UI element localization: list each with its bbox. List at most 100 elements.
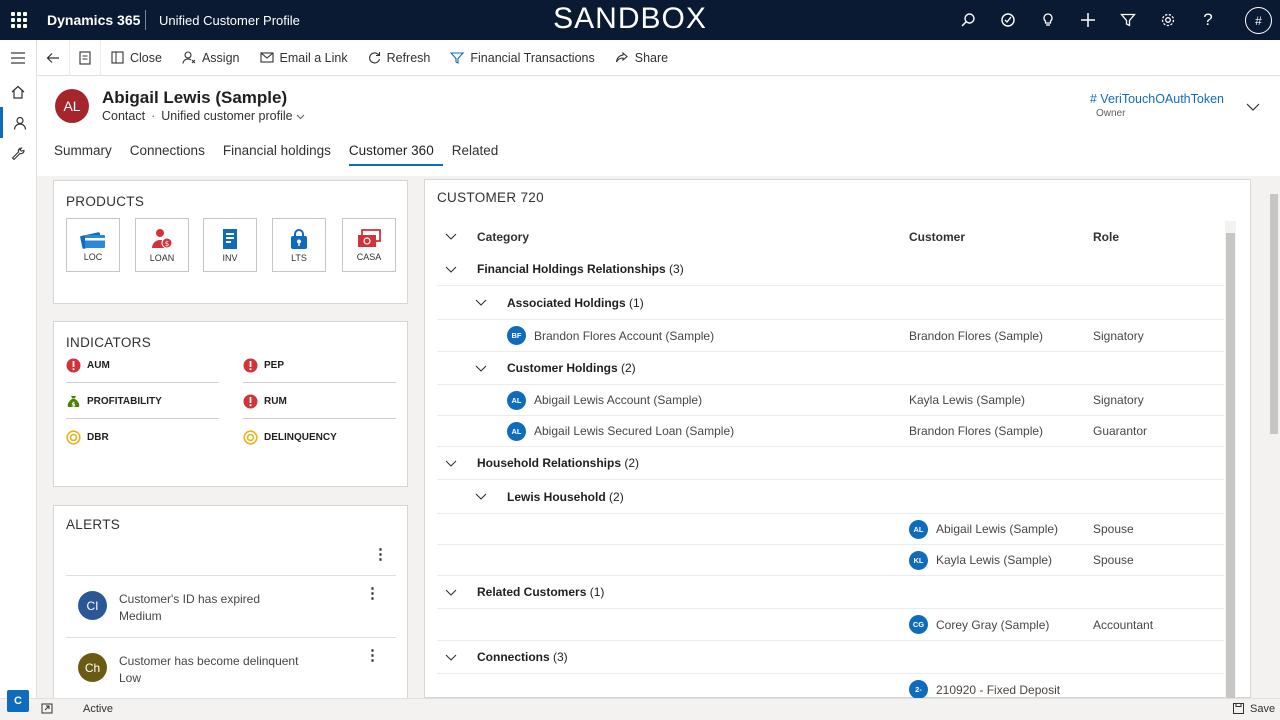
expand-header-icon[interactable]: [1246, 98, 1260, 116]
product-inv[interactable]: INV: [203, 218, 257, 272]
area-name[interactable]: Unified Customer Profile: [159, 13, 300, 28]
app-launcher-icon[interactable]: [11, 12, 27, 28]
tab-summary[interactable]: Summary: [54, 143, 121, 166]
alert-item[interactable]: Ch Customer has become delinquent Low ⋮: [66, 637, 396, 699]
grid-scrollbar[interactable]: [1225, 221, 1236, 699]
owner-link[interactable]: # VeriTouchOAuthToken: [1090, 92, 1224, 106]
hamburger-menu-icon[interactable]: [0, 40, 36, 76]
contact-nav-icon[interactable]: [0, 107, 36, 138]
chevron-down-icon[interactable]: [445, 576, 457, 608]
chevron-down-icon[interactable]: [475, 286, 487, 319]
holding-row[interactable]: BF Brandon Flores Account (Sample) Brandon…: [437, 320, 1224, 352]
indicator-profitability[interactable]: $ PROFITABILITY: [66, 390, 162, 412]
tab-related[interactable]: Related: [452, 143, 508, 166]
alert-more-options-icon[interactable]: ⋮: [365, 586, 380, 601]
column-header-role[interactable]: Role: [1093, 220, 1119, 253]
product-lts[interactable]: LTS: [272, 218, 326, 272]
page-scrollbar[interactable]: [1268, 182, 1280, 698]
member-row[interactable]: CG Corey Gray (Sample) Accountant: [437, 609, 1224, 641]
form-selector-button[interactable]: [69, 39, 101, 76]
email-link-label: Email a Link: [279, 50, 348, 65]
member-cell[interactable]: KL Kayla Lewis (Sample): [909, 545, 1052, 575]
form-body: PRODUCTS LOC $ LOAN INV LTS CASA INDICAT…: [37, 176, 1280, 705]
task-icon[interactable]: [988, 0, 1028, 40]
back-button[interactable]: [37, 40, 69, 76]
group-row[interactable]: Household Relationships (2): [437, 447, 1224, 480]
holding-cell[interactable]: BF Brandon Flores Account (Sample): [507, 320, 714, 351]
chevron-down-icon[interactable]: [475, 352, 487, 384]
holding-row[interactable]: AL Abigail Lewis Account (Sample) Kayla Le…: [437, 385, 1224, 416]
group-count: (1): [629, 295, 644, 310]
plus-icon[interactable]: [1068, 0, 1108, 40]
holding-cell[interactable]: AL Abigail Lewis Account (Sample): [507, 385, 702, 415]
customer-name[interactable]: Kayla Lewis (Sample): [909, 385, 1025, 415]
indicator-delinquency[interactable]: DELINQUENCY: [243, 426, 337, 448]
group-row[interactable]: Lewis Household (2): [437, 480, 1224, 514]
holding-cell[interactable]: AL Abigail Lewis Secured Loan (Sample): [507, 416, 734, 446]
group-count: (3): [553, 650, 568, 664]
close-button[interactable]: Close: [101, 40, 172, 76]
assign-button[interactable]: Assign: [172, 40, 250, 76]
group-row[interactable]: Financial Holdings Relationships (3): [437, 253, 1224, 286]
collapse-all-icon[interactable]: [445, 220, 457, 253]
holding-row[interactable]: AL Abigail Lewis Secured Loan (Sample) Bra…: [437, 416, 1224, 447]
filter-icon[interactable]: [1108, 0, 1148, 40]
group-row[interactable]: Connections (3): [437, 641, 1224, 674]
tab-connections[interactable]: Connections: [130, 143, 214, 166]
help-icon[interactable]: ?: [1188, 0, 1228, 40]
member-cell[interactable]: 2- 210920 - Fixed Deposit: [909, 674, 1060, 699]
user-avatar[interactable]: #: [1245, 7, 1272, 34]
lightbulb-icon[interactable]: [1028, 0, 1068, 40]
assign-label: Assign: [201, 50, 240, 65]
scrollbar-thumb[interactable]: [1270, 194, 1278, 434]
divider: [243, 418, 396, 419]
tab-customer-360[interactable]: Customer 360: [348, 143, 443, 166]
alert-more-options-icon[interactable]: ⋮: [365, 648, 380, 663]
product-loan[interactable]: $ LOAN: [135, 218, 189, 272]
wrench-icon[interactable]: [0, 138, 36, 169]
group-row[interactable]: Associated Holdings (1): [437, 286, 1224, 320]
product-loc[interactable]: LOC: [66, 218, 120, 272]
home-icon[interactable]: [0, 76, 36, 107]
save-icon[interactable]: [1233, 703, 1244, 717]
group-row[interactable]: Related Customers (1): [437, 576, 1224, 609]
search-icon[interactable]: [948, 0, 988, 40]
gear-icon[interactable]: [1148, 0, 1188, 40]
member-cell[interactable]: CG Corey Gray (Sample): [909, 609, 1049, 640]
email-link-button[interactable]: Email a Link: [250, 40, 358, 76]
member-row[interactable]: KL Kayla Lewis (Sample) Spouse: [437, 545, 1224, 576]
column-header-category[interactable]: Category: [477, 220, 529, 253]
scrollbar-thumb[interactable]: [1226, 233, 1235, 699]
financial-transactions-button[interactable]: Financial Transactions: [440, 40, 604, 76]
form-switcher[interactable]: Unified customer profile: [161, 109, 305, 123]
chevron-down-icon[interactable]: [445, 641, 457, 673]
column-header-customer[interactable]: Customer: [909, 220, 965, 253]
customer-name[interactable]: Brandon Flores (Sample): [909, 320, 1043, 351]
save-button[interactable]: Save: [1250, 703, 1275, 715]
app-badge[interactable]: C: [7, 690, 29, 712]
app-name[interactable]: Dynamics 365: [47, 12, 140, 28]
share-button[interactable]: Share: [605, 40, 678, 76]
open-in-window-icon[interactable]: [41, 703, 53, 717]
alerts-more-options-icon[interactable]: ⋮: [373, 547, 388, 562]
indicator-dbr[interactable]: DBR: [66, 426, 109, 448]
indicator-rum[interactable]: RUM: [243, 390, 287, 412]
chevron-down-icon[interactable]: [475, 480, 487, 513]
member-row[interactable]: AL Abigail Lewis (Sample) Spouse: [437, 514, 1224, 545]
chevron-down-icon[interactable]: [445, 447, 457, 479]
indicator-aum[interactable]: AUM: [66, 354, 110, 376]
tab-financial-holdings[interactable]: Financial holdings: [223, 143, 340, 166]
refresh-icon: [368, 52, 380, 64]
refresh-button[interactable]: Refresh: [358, 40, 441, 76]
member-row[interactable]: 2- 210920 - Fixed Deposit: [437, 674, 1224, 699]
holding-avatar: AL: [507, 421, 526, 441]
chevron-down-icon[interactable]: [445, 253, 457, 285]
share-icon: [615, 51, 628, 63]
customer-name[interactable]: Brandon Flores (Sample): [909, 416, 1043, 446]
group-row[interactable]: Customer Holdings (2): [437, 352, 1224, 385]
member-cell[interactable]: AL Abigail Lewis (Sample): [909, 514, 1058, 544]
product-casa[interactable]: CASA: [342, 218, 396, 272]
assign-icon: [182, 51, 196, 64]
alert-item[interactable]: CI Customer's ID has expired Medium ⋮: [66, 575, 396, 637]
indicator-pep[interactable]: PEP: [243, 354, 284, 376]
